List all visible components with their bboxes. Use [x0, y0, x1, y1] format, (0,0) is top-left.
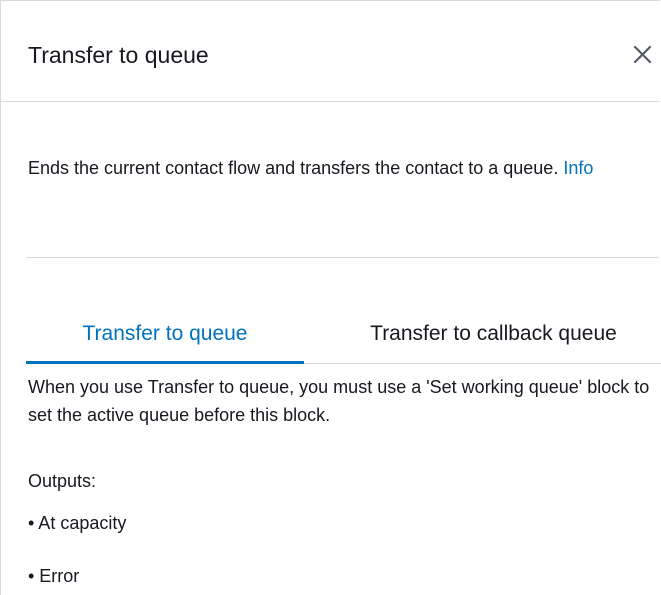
info-link[interactable]: Info: [563, 158, 593, 178]
transfer-to-queue-panel: Transfer to queue Ends the current conta…: [0, 0, 661, 595]
close-icon: [633, 45, 652, 64]
tab-transfer-to-callback-queue[interactable]: Transfer to callback queue: [326, 306, 661, 363]
output-item-at-capacity: • At capacity: [28, 513, 127, 533]
panel-title: Transfer to queue: [28, 42, 209, 68]
tab-transfer-to-queue[interactable]: Transfer to queue: [26, 306, 304, 364]
working-queue-note: When you use Transfer to queue, you must…: [28, 377, 650, 425]
panel-header: Transfer to queue: [1, 1, 660, 102]
close-button[interactable]: [629, 41, 657, 69]
block-description: Ends the current contact flow and transf…: [28, 155, 648, 182]
description-text: Ends the current contact flow and transf…: [28, 158, 564, 178]
output-item-error: • Error: [28, 566, 80, 586]
tab-list: Transfer to queue Transfer to callback q…: [26, 306, 661, 364]
tab-panel: When you use Transfer to queue, you must…: [28, 373, 653, 429]
section-divider: [26, 257, 659, 258]
outputs-label: Outputs:: [28, 471, 97, 491]
